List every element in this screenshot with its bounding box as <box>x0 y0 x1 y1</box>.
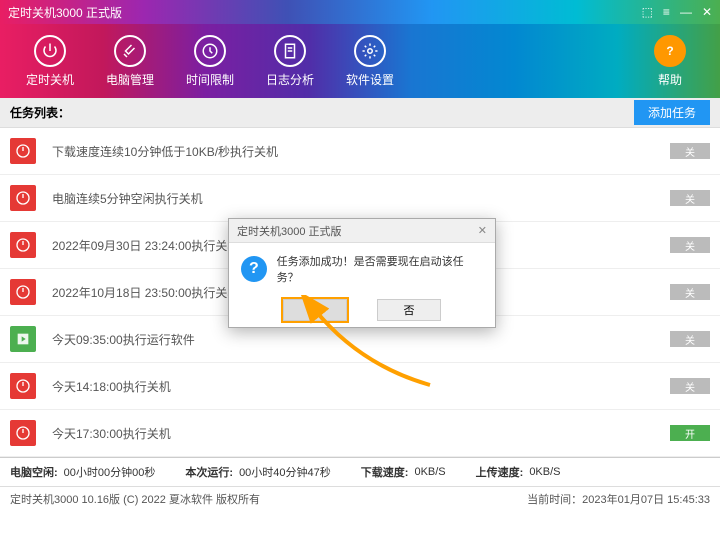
power-icon <box>10 138 36 164</box>
dialog-close-icon[interactable]: ✕ <box>478 224 487 237</box>
task-row[interactable]: 下载速度连续10分钟低于10KB/秒执行关机 关 <box>0 128 720 175</box>
doc-icon <box>274 35 306 67</box>
copyright: 定时关机3000 10.16版 (C) 2022 夏冰软件 版权所有 <box>10 491 260 507</box>
task-description: 电脑连续5分钟空闲执行关机 <box>52 190 662 207</box>
idle-label: 电脑空闲: <box>10 464 58 480</box>
nav-label: 软件设置 <box>346 71 394 88</box>
add-task-button[interactable]: 添加任务 <box>634 100 710 125</box>
task-list-label: 任务列表： <box>10 104 70 121</box>
task-switch[interactable]: 开 <box>670 425 710 441</box>
power-icon <box>10 420 36 446</box>
download-label: 下载速度: <box>361 464 409 480</box>
nav-label: 日志分析 <box>266 71 314 88</box>
power-icon <box>34 35 66 67</box>
menu-icon[interactable]: ≡ <box>663 5 670 19</box>
tools-icon <box>114 35 146 67</box>
nav-item-1[interactable]: 电脑管理 <box>90 35 170 88</box>
upload-label: 上传速度: <box>476 464 524 480</box>
task-row[interactable]: 电脑连续5分钟空闲执行关机 关 <box>0 175 720 222</box>
dialog-titlebar[interactable]: 定时关机3000 正式版 ✕ <box>229 219 495 243</box>
clock-icon <box>194 35 226 67</box>
nav-item-4[interactable]: 软件设置 <box>330 35 410 88</box>
task-switch[interactable]: 关 <box>670 190 710 206</box>
status-bar: 电脑空闲: 00小时00分钟00秒 本次运行: 00小时40分钟47秒 下载速度… <box>0 457 720 487</box>
task-description: 下载速度连续10分钟低于10KB/秒执行关机 <box>52 143 662 160</box>
task-switch[interactable]: 关 <box>670 284 710 300</box>
power-icon <box>10 279 36 305</box>
task-switch[interactable]: 关 <box>670 237 710 253</box>
run-label: 本次运行: <box>185 464 233 480</box>
task-header: 任务列表： 添加任务 <box>0 98 720 128</box>
yes-button[interactable]: 是 <box>283 299 347 321</box>
task-row[interactable]: 今天14:18:00执行关机 关 <box>0 363 720 410</box>
nav-item-0[interactable]: 定时关机 <box>10 35 90 88</box>
window-controls: ⬚ ≡ — ✕ <box>642 5 712 19</box>
skin-icon[interactable]: ⬚ <box>642 5 653 19</box>
titlebar[interactable]: 定时关机3000 正式版 ⬚ ≡ — ✕ <box>0 0 720 24</box>
task-switch[interactable]: 关 <box>670 143 710 159</box>
help-icon: ? <box>654 35 686 67</box>
dialog-message: 任务添加成功！是否需要现在启动该任务？ <box>277 253 483 285</box>
task-description: 今天14:18:00执行关机 <box>52 378 662 395</box>
footer-bar: 定时关机3000 10.16版 (C) 2022 夏冰软件 版权所有 当前时间：… <box>0 487 720 511</box>
no-button[interactable]: 否 <box>377 299 441 321</box>
nav-help[interactable]: ? 帮助 <box>630 35 710 88</box>
power-icon <box>10 373 36 399</box>
task-switch[interactable]: 关 <box>670 331 710 347</box>
confirm-dialog: 定时关机3000 正式版 ✕ ? 任务添加成功！是否需要现在启动该任务？ 是 否 <box>228 218 496 328</box>
task-description: 今天17:30:00执行关机 <box>52 425 662 442</box>
nav-label: 电脑管理 <box>106 71 154 88</box>
power-icon <box>10 185 36 211</box>
idle-value: 00小时00分钟00秒 <box>64 464 156 480</box>
upload-value: 0KB/S <box>529 466 560 478</box>
power-icon <box>10 232 36 258</box>
run-icon <box>10 326 36 352</box>
nav-item-3[interactable]: 日志分析 <box>250 35 330 88</box>
task-description: 今天09:35:00执行运行软件 <box>52 331 662 348</box>
nav-label: 帮助 <box>658 71 682 88</box>
dialog-title-text: 定时关机3000 正式版 <box>237 223 342 239</box>
download-value: 0KB/S <box>414 466 445 478</box>
question-icon: ? <box>241 256 267 282</box>
nav-label: 时间限制 <box>186 71 234 88</box>
close-icon[interactable]: ✕ <box>702 5 712 19</box>
current-time: 当前时间：2023年01月07日 15:45:33 <box>527 491 710 507</box>
minimize-icon[interactable]: — <box>680 5 692 19</box>
nav-item-2[interactable]: 时间限制 <box>170 35 250 88</box>
gear-icon <box>354 35 386 67</box>
task-switch[interactable]: 关 <box>670 378 710 394</box>
navbar: 定时关机 电脑管理 时间限制 日志分析 软件设置 ? 帮助 <box>0 24 720 98</box>
nav-label: 定时关机 <box>26 71 74 88</box>
task-row[interactable]: 今天17:30:00执行关机 开 <box>0 410 720 457</box>
app-title: 定时关机3000 正式版 <box>8 4 122 21</box>
run-value: 00小时40分钟47秒 <box>239 464 331 480</box>
